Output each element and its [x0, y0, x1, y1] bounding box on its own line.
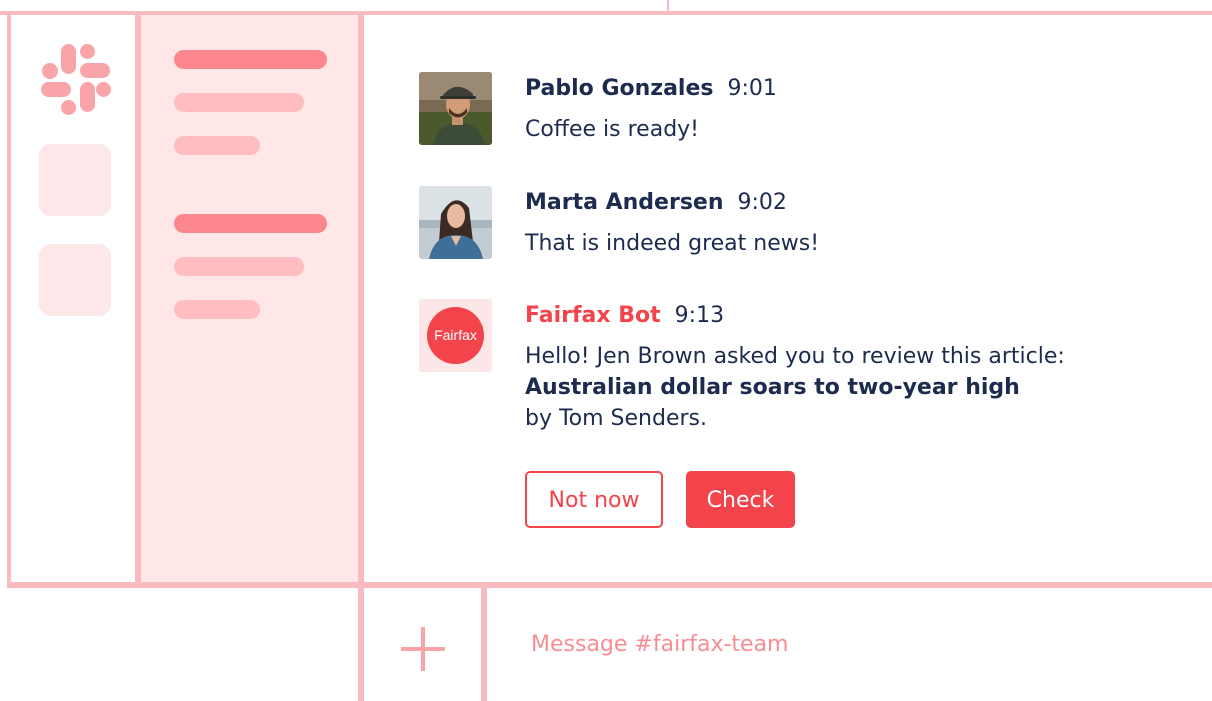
workspace-rail	[11, 15, 135, 582]
message-input[interactable]: Message #fairfax-team	[531, 632, 789, 657]
author-name[interactable]: Marta Andersen	[525, 190, 724, 215]
message-line: by Tom Senders.	[525, 406, 708, 431]
sidebar-item[interactable]	[174, 300, 260, 319]
message-header: Marta Andersen 9:02	[525, 190, 787, 215]
article-title[interactable]: Australian dollar soars to two-year high	[525, 372, 1065, 403]
author-name[interactable]: Pablo Gonzales	[525, 76, 713, 101]
avatar-photo	[419, 72, 492, 145]
message-text: That is indeed great news!	[525, 231, 820, 256]
message-line: Hello! Jen Brown asked you to review thi…	[525, 344, 1065, 369]
bot-message: Hello! Jen Brown asked you to review thi…	[525, 341, 1065, 434]
bot-avatar[interactable]: Fairfax	[419, 299, 492, 372]
avatar[interactable]	[419, 72, 492, 145]
bottom-divider	[7, 582, 1212, 588]
avatar[interactable]	[419, 186, 492, 259]
not-now-button[interactable]: Not now	[525, 471, 663, 528]
message-header: Pablo Gonzales 9:01	[525, 76, 777, 101]
fairfax-logo-text: Fairfax	[434, 327, 477, 343]
sidebar-item[interactable]	[174, 50, 327, 69]
sidebar-item[interactable]	[174, 214, 327, 233]
message-time: 9:02	[737, 190, 787, 215]
message-time: 9:13	[674, 303, 725, 328]
composer-divider	[481, 588, 487, 701]
workspace-tile-1[interactable]	[39, 144, 111, 216]
message-text: Coffee is ready!	[525, 117, 699, 142]
plus-icon[interactable]	[401, 627, 445, 671]
workspace-tile-2[interactable]	[39, 244, 111, 316]
channel-sidebar	[141, 15, 358, 582]
sidebar-item[interactable]	[174, 257, 304, 276]
message-time: 9:01	[727, 76, 777, 101]
sidebar-item[interactable]	[174, 93, 304, 112]
message-header: Fairfax Bot 9:13	[525, 303, 724, 328]
channel-divider	[358, 11, 364, 701]
slack-logo-icon[interactable]	[39, 42, 112, 115]
top-notch	[667, 0, 669, 14]
sidebar-item[interactable]	[174, 136, 260, 155]
bot-name[interactable]: Fairfax Bot	[525, 303, 661, 328]
fairfax-logo: Fairfax	[427, 307, 484, 364]
check-button[interactable]: Check	[686, 471, 795, 528]
avatar-photo	[419, 186, 492, 259]
